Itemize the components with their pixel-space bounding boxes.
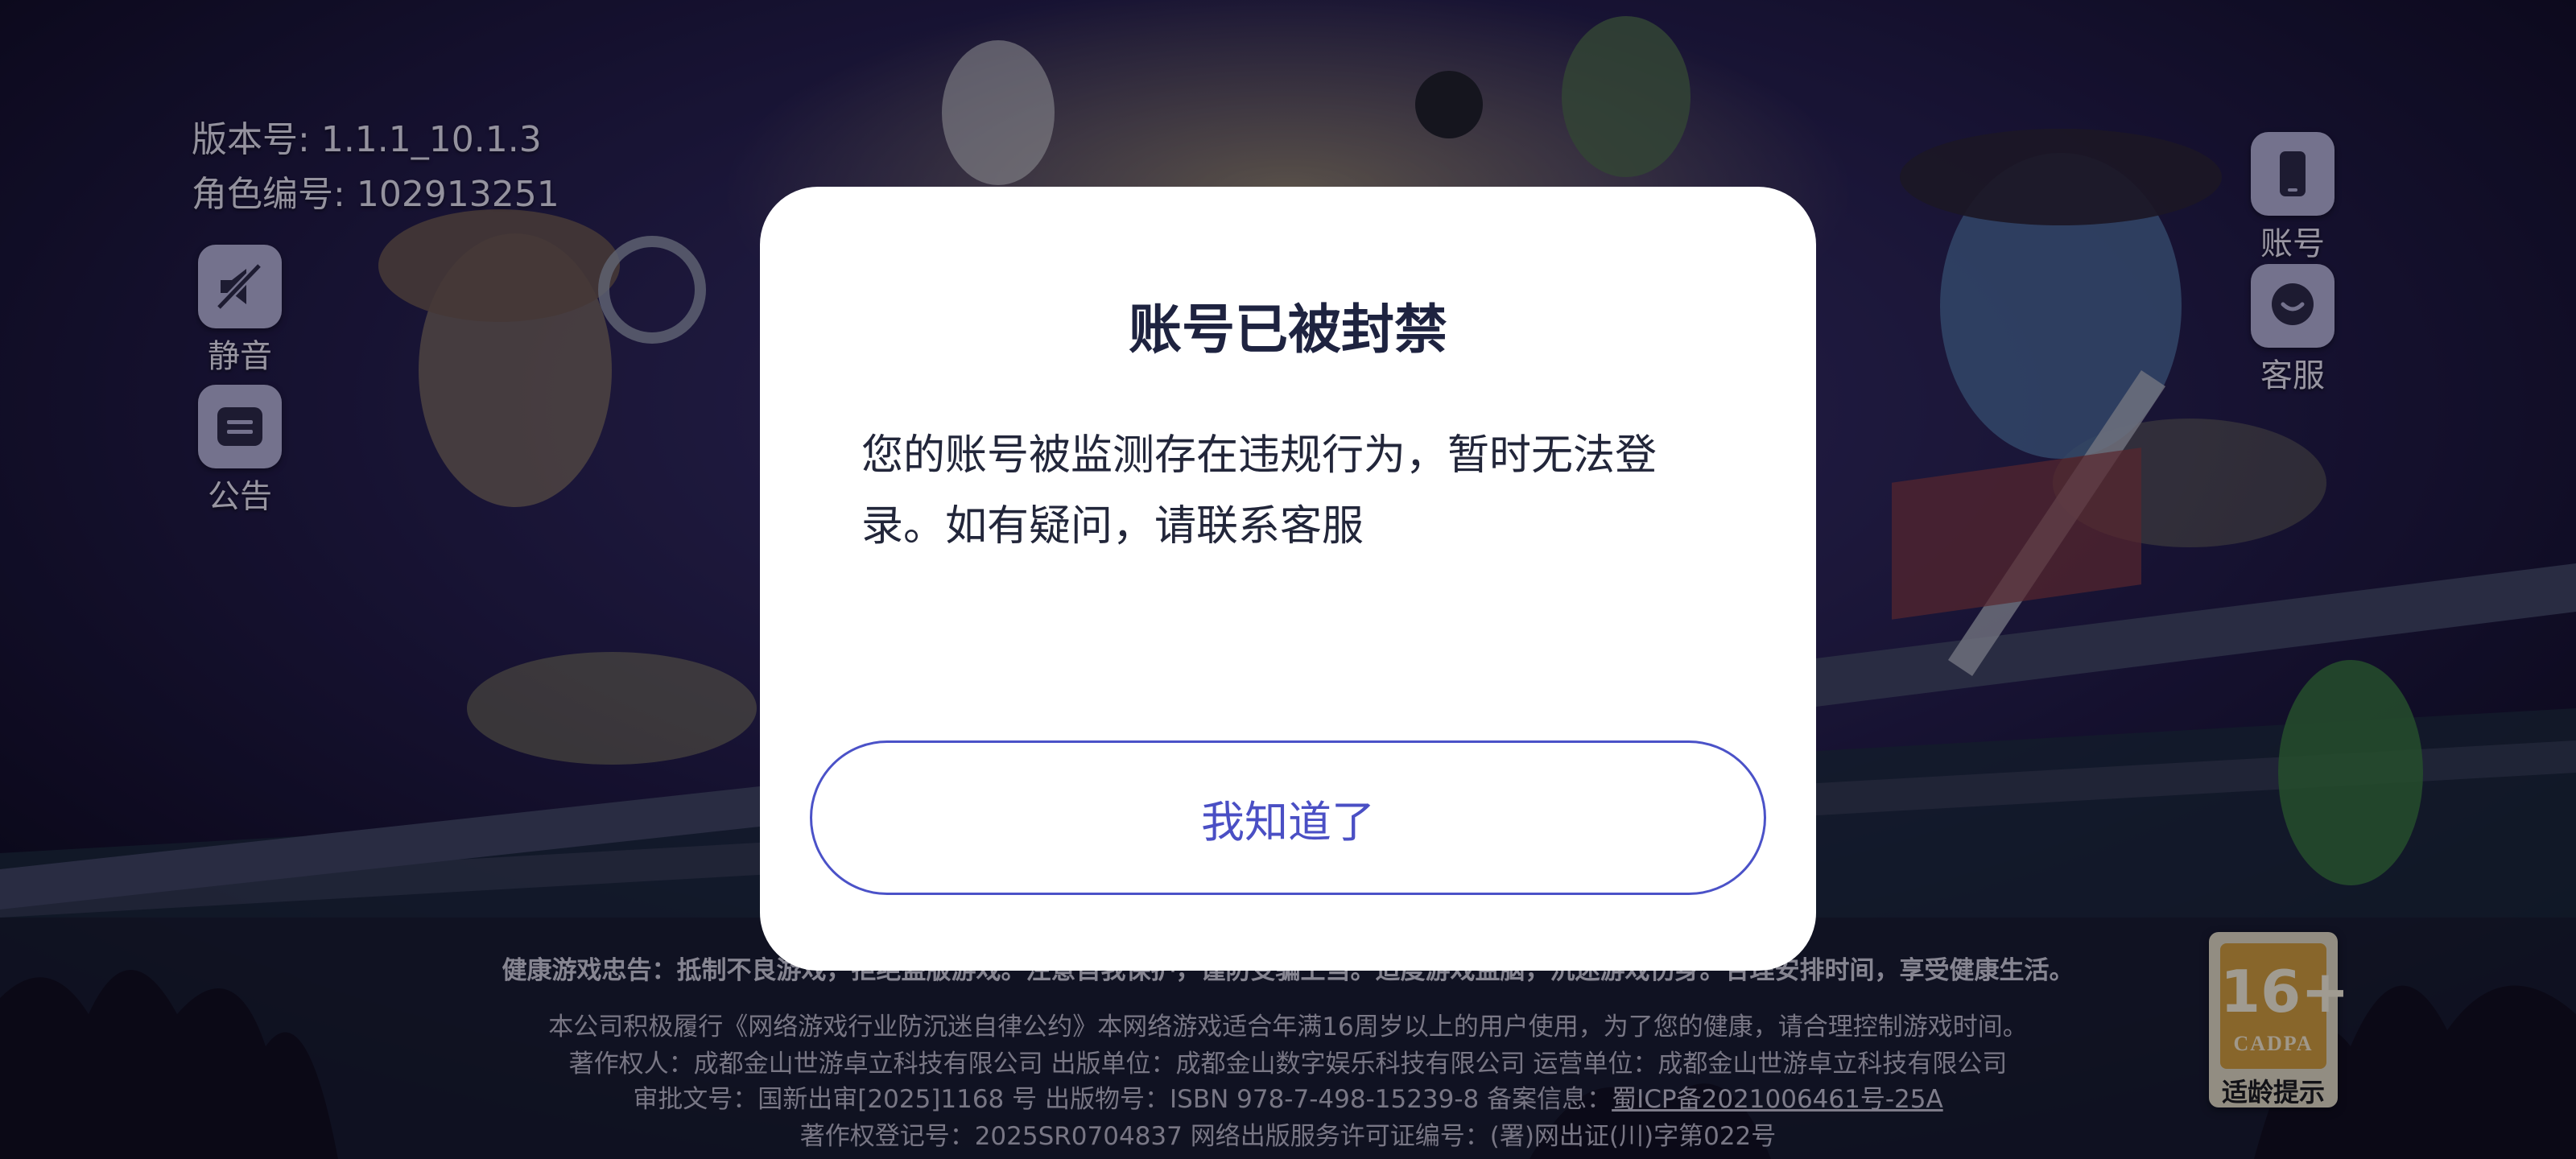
ban-dialog: 账号已被封禁 您的账号被监测存在违规行为，暂时无法登录。如有疑问，请联系客服 我… [760, 187, 1816, 971]
confirm-button[interactable]: 我知道了 [810, 740, 1766, 895]
dialog-title: 账号已被封禁 [1129, 299, 1447, 361]
dialog-message: 您的账号被监测存在违规行为，暂时无法登录。如有疑问，请联系客服 [861, 431, 1657, 551]
